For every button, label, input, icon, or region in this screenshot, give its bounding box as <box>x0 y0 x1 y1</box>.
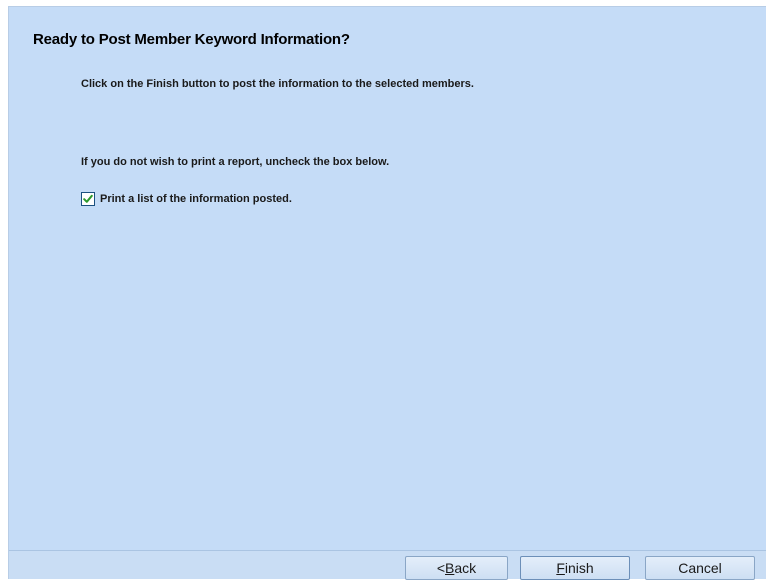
back-button-prefix: < <box>436 560 446 576</box>
cancel-button[interactable]: Cancel <box>645 556 755 580</box>
check-icon <box>83 194 93 203</box>
print-report-checkbox[interactable] <box>81 192 95 206</box>
back-button-rest: ack <box>454 560 477 576</box>
finish-instruction-text: Click on the Finish button to post the i… <box>81 78 474 90</box>
finish-button[interactable]: Finish <box>520 556 630 580</box>
back-button-mnemonic: B <box>445 560 455 576</box>
wizard-window: Ready to Post Member Keyword Information… <box>8 6 766 580</box>
report-instruction-text: If you do not wish to print a report, un… <box>81 156 390 168</box>
finish-button-rest: inish <box>564 560 594 576</box>
back-button[interactable]: < Back <box>405 556 508 580</box>
wizard-footer: < Back Finish Cancel <box>9 551 766 580</box>
print-report-label: Print a list of the information posted. <box>100 193 292 205</box>
print-report-option[interactable]: Print a list of the information posted. <box>81 192 292 206</box>
page-title: Ready to Post Member Keyword Information… <box>33 31 350 48</box>
finish-button-mnemonic: F <box>556 560 565 576</box>
wizard-content-panel: Ready to Post Member Keyword Information… <box>9 7 766 547</box>
